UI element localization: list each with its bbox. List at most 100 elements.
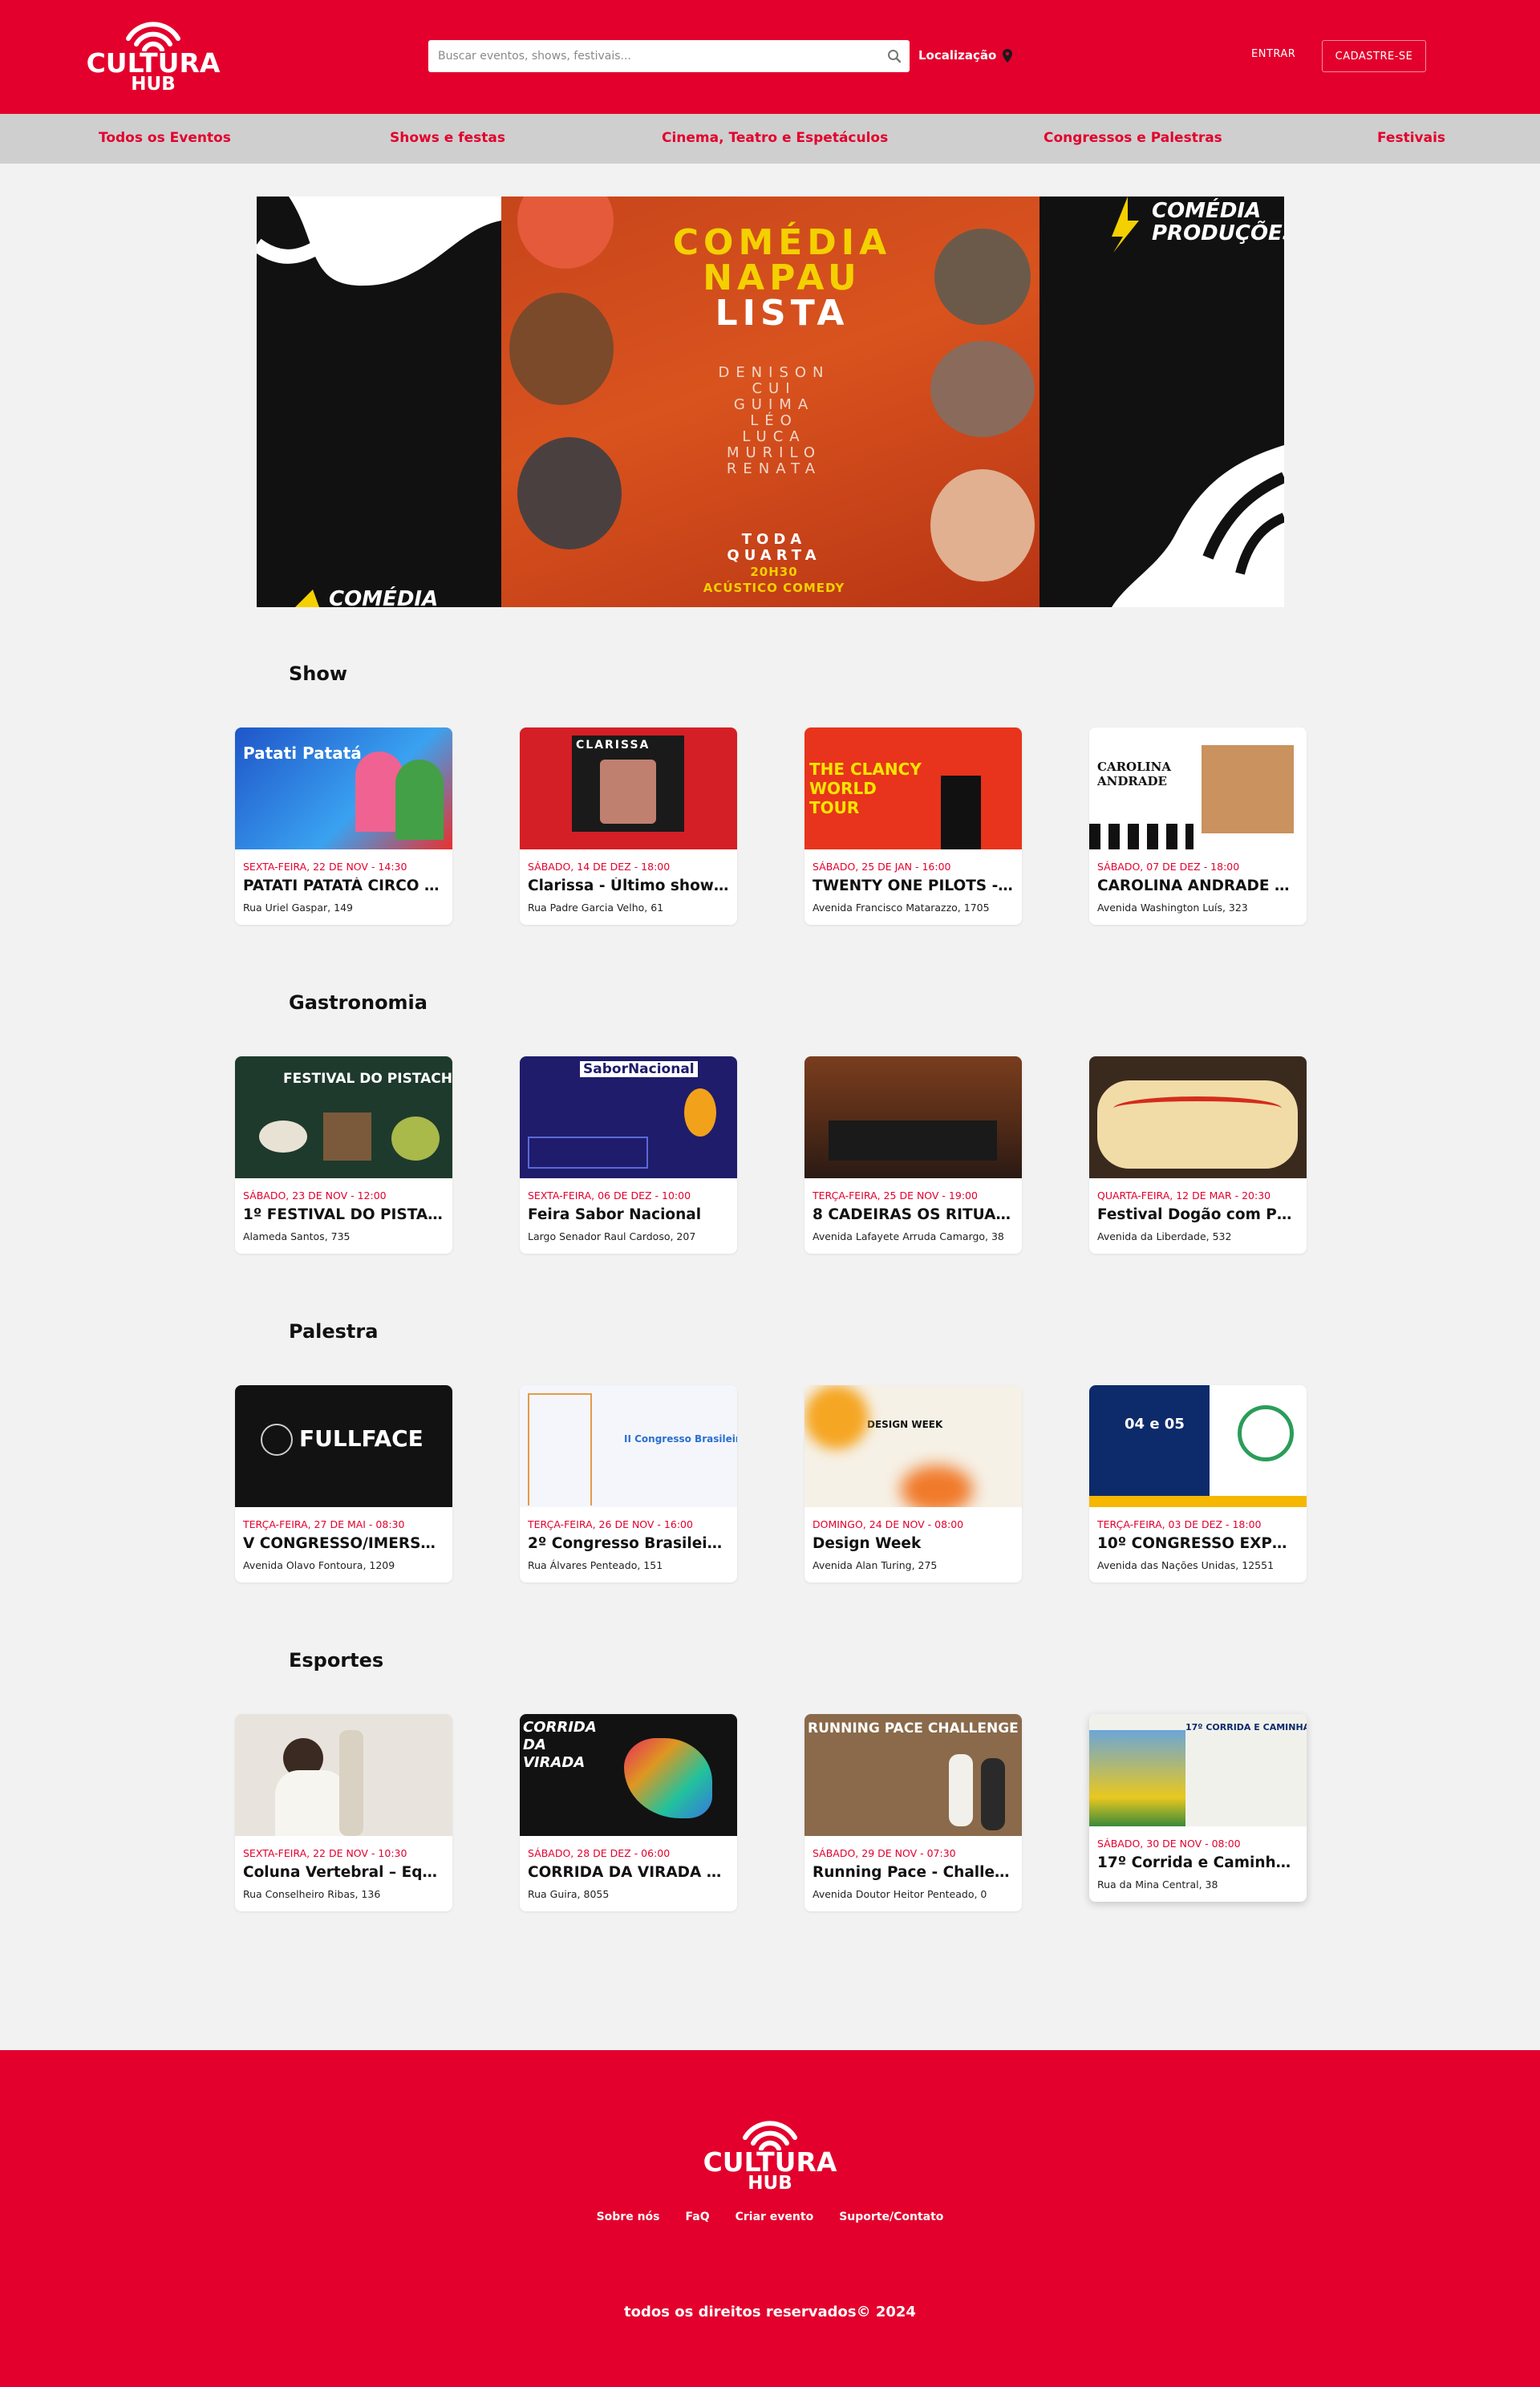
search-bar (428, 40, 910, 72)
wifi-logo-icon (126, 22, 180, 51)
event-card[interactable]: TERÇA-FEIRA, 25 DE NOV - 19:00 8 CADEIRA… (804, 1056, 1022, 1254)
logo-text-secondary: HUB (748, 2173, 792, 2194)
event-card[interactable]: QUARTA-FEIRA, 12 DE MAR - 20:30 Festival… (1089, 1056, 1307, 1254)
event-name: 17º Corrida e Caminhada de Heliópolis (1097, 1854, 1299, 1871)
event-image-caption: CLARISSA (576, 739, 650, 752)
event-card[interactable]: CAROLINA ANDRADE SÁBADO, 07 DE DEZ - 18:… (1089, 727, 1307, 925)
event-name: 1º FESTIVAL DO PISTACHE (243, 1206, 444, 1223)
event-address: Avenida Francisco Matarazzo, 1705 (813, 902, 990, 914)
event-name: 2º Congresso Brasileiro da Advocacia (528, 1535, 729, 1552)
event-date: SÁBADO, 28 DE DEZ - 06:00 (528, 1847, 671, 1859)
event-date: SÁBADO, 30 DE NOV - 08:00 (1097, 1838, 1241, 1850)
search-icon[interactable] (879, 41, 910, 71)
event-name: Design Week (813, 1535, 922, 1552)
event-image: CAROLINA ANDRADE (1089, 727, 1307, 849)
event-image (1089, 1056, 1307, 1178)
footer-link-faq[interactable]: FaQ (686, 2211, 710, 2223)
event-card[interactable]: FESTIVAL DO PISTACHE SÁBADO, 23 DE NOV -… (235, 1056, 452, 1254)
logo-text-secondary: HUB (131, 74, 176, 95)
event-image-caption: THE CLANCY WORLD TOUR (809, 760, 922, 817)
banner-right-panel: COMÉDIA PRODUÇÕES (1040, 197, 1284, 607)
event-image-caption: FULLFACE (299, 1425, 424, 1452)
login-link[interactable]: ENTRAR (1251, 48, 1295, 60)
event-date: SEXTA-FEIRA, 22 DE NOV - 10:30 (243, 1847, 407, 1859)
event-image: Patati Patatá (235, 727, 452, 849)
event-image-caption: CORRIDA DA VIRADA (523, 1719, 597, 1771)
event-image-caption: RUNNING PACE CHALLENGE (808, 1720, 1019, 1737)
event-name: Feira Sabor Nacional (528, 1206, 702, 1223)
hero-banner[interactable]: COMÉDIA COMÉDIA NAPAU LISTA DENISON CUI … (257, 197, 1284, 607)
event-address: Rua Guira, 8055 (528, 1888, 610, 1900)
event-date: SÁBADO, 23 DE NOV - 12:00 (243, 1189, 387, 1202)
event-card[interactable]: CLARISSA SÁBADO, 14 DE DEZ - 18:00 Clari… (520, 727, 737, 925)
event-image-caption: II Congresso Brasileiro (624, 1433, 737, 1445)
comedian-photo (930, 469, 1035, 582)
event-date: SÁBADO, 14 DE DEZ - 18:00 (528, 861, 671, 873)
event-image: DESIGN WEEK (804, 1385, 1022, 1507)
event-image-caption: 04 e 05 (1125, 1416, 1185, 1433)
search-input[interactable] (428, 40, 879, 72)
event-card[interactable]: THE CLANCY WORLD TOUR SÁBADO, 25 DE JAN … (804, 727, 1022, 925)
nav-item-todos-eventos[interactable]: Todos os Eventos (99, 130, 231, 146)
event-date: SEXTA-FEIRA, 22 DE NOV - 14:30 (243, 861, 407, 873)
section-title-esportes: Esportes (289, 1649, 384, 1672)
location-label: Localização (918, 48, 997, 63)
event-card[interactable]: DESIGN WEEK DOMINGO, 24 DE NOV - 08:00 D… (804, 1385, 1022, 1583)
event-image: SaborNacional (520, 1056, 737, 1178)
banner-center-panel: COMÉDIA NAPAU LISTA DENISON CUI GUIMA LÉ… (501, 197, 1040, 607)
event-image-caption: FESTIVAL DO PISTACHE (283, 1071, 452, 1087)
nav-item-shows-festas[interactable]: Shows e festas (390, 130, 505, 146)
event-image: RUNNING PACE CHALLENGE (804, 1714, 1022, 1836)
comedian-photo (509, 293, 614, 405)
event-address: Rua Uriel Gaspar, 149 (243, 902, 353, 914)
event-name: 10º CONGRESSO EXPOCIST (1097, 1535, 1299, 1552)
comedian-photo (934, 229, 1031, 325)
banner-schedule: TODA QUARTA 20H30 ACÚSTICO COMEDY (703, 531, 845, 596)
section-title-show: Show (289, 663, 348, 685)
event-name: Running Pace - Challenge (813, 1864, 1014, 1881)
event-image: CLARISSA (520, 727, 737, 849)
event-image: THE CLANCY WORLD TOUR (804, 727, 1022, 849)
signup-button[interactable]: CADASTRE-SE (1322, 40, 1426, 72)
event-name: CORRIDA DA VIRADA 2025 (528, 1864, 729, 1881)
footer-link-suporte[interactable]: Suporte/Contato (839, 2211, 943, 2223)
event-date: QUARTA-FEIRA, 12 DE MAR - 20:30 (1097, 1189, 1271, 1202)
footer-logo[interactable]: CULTURA HUB (703, 2118, 837, 2194)
event-image: CORRIDA DA VIRADA (520, 1714, 737, 1836)
event-address: Avenida Doutor Heitor Penteado, 0 (813, 1888, 987, 1900)
event-card[interactable]: SEXTA-FEIRA, 22 DE NOV - 10:30 Coluna Ve… (235, 1714, 452, 1911)
event-card[interactable]: RUNNING PACE CHALLENGE SÁBADO, 29 DE NOV… (804, 1714, 1022, 1911)
event-card[interactable]: 17º CORRIDA E CAMINHADA SÁBADO, 30 DE NO… (1089, 1714, 1307, 1902)
event-image-caption: 17º CORRIDA E CAMINHADA (1185, 1722, 1307, 1732)
event-address: Largo Senador Raul Cardoso, 207 (528, 1230, 696, 1242)
event-name: TWENTY ONE PILOTS - THE CLANCY (813, 877, 1014, 894)
event-address: Avenida das Nações Unidas, 12551 (1097, 1559, 1275, 1571)
location-selector[interactable]: Localização (918, 48, 1013, 63)
event-image (235, 1714, 452, 1836)
section-title-palestra: Palestra (289, 1320, 379, 1343)
event-date: SEXTA-FEIRA, 06 DE DEZ - 10:00 (528, 1189, 691, 1202)
site-logo[interactable]: CULTURA HUB (87, 19, 220, 95)
event-image: 04 e 05 (1089, 1385, 1307, 1507)
event-card[interactable]: FULLFACE TERÇA-FEIRA, 27 DE MAI - 08:30 … (235, 1385, 452, 1583)
event-image-caption: SaborNacional (580, 1061, 698, 1077)
event-date: TERÇA-FEIRA, 03 DE DEZ - 18:00 (1097, 1518, 1262, 1530)
event-card[interactable]: 04 e 05 TERÇA-FEIRA, 03 DE DEZ - 18:00 1… (1089, 1385, 1307, 1583)
event-image-caption: Patati Patatá (243, 744, 362, 763)
event-image-caption: CAROLINA ANDRADE (1097, 760, 1172, 788)
nav-item-congressos-palestras[interactable]: Congressos e Palestras (1044, 130, 1222, 146)
event-card[interactable]: CORRIDA DA VIRADA SÁBADO, 28 DE DEZ - 06… (520, 1714, 737, 1911)
event-card[interactable]: II Congresso Brasileiro TERÇA-FEIRA, 26 … (520, 1385, 737, 1583)
event-card[interactable]: SaborNacional SEXTA-FEIRA, 06 DE DEZ - 1… (520, 1056, 737, 1254)
nav-item-festivais[interactable]: Festivais (1377, 130, 1445, 146)
section-title-gastronomia: Gastronomia (289, 991, 428, 1014)
banner-names: DENISON CUI GUIMA LÉO LUCA MURILO RENATA (718, 364, 830, 477)
event-card[interactable]: Patati Patatá SEXTA-FEIRA, 22 DE NOV - 1… (235, 727, 452, 925)
comedian-photo (930, 341, 1035, 437)
footer-link-criar-evento[interactable]: Criar evento (736, 2211, 814, 2223)
footer-link-sobre[interactable]: Sobre nós (597, 2211, 660, 2223)
event-date: TERÇA-FEIRA, 27 DE MAI - 08:30 (243, 1518, 405, 1530)
event-name: 8 CADEIRAS OS RITUAIS DO FOGO (813, 1206, 1014, 1223)
nav-item-cinema-teatro[interactable]: Cinema, Teatro e Espetáculos (662, 130, 888, 146)
comedian-photo (517, 197, 614, 269)
